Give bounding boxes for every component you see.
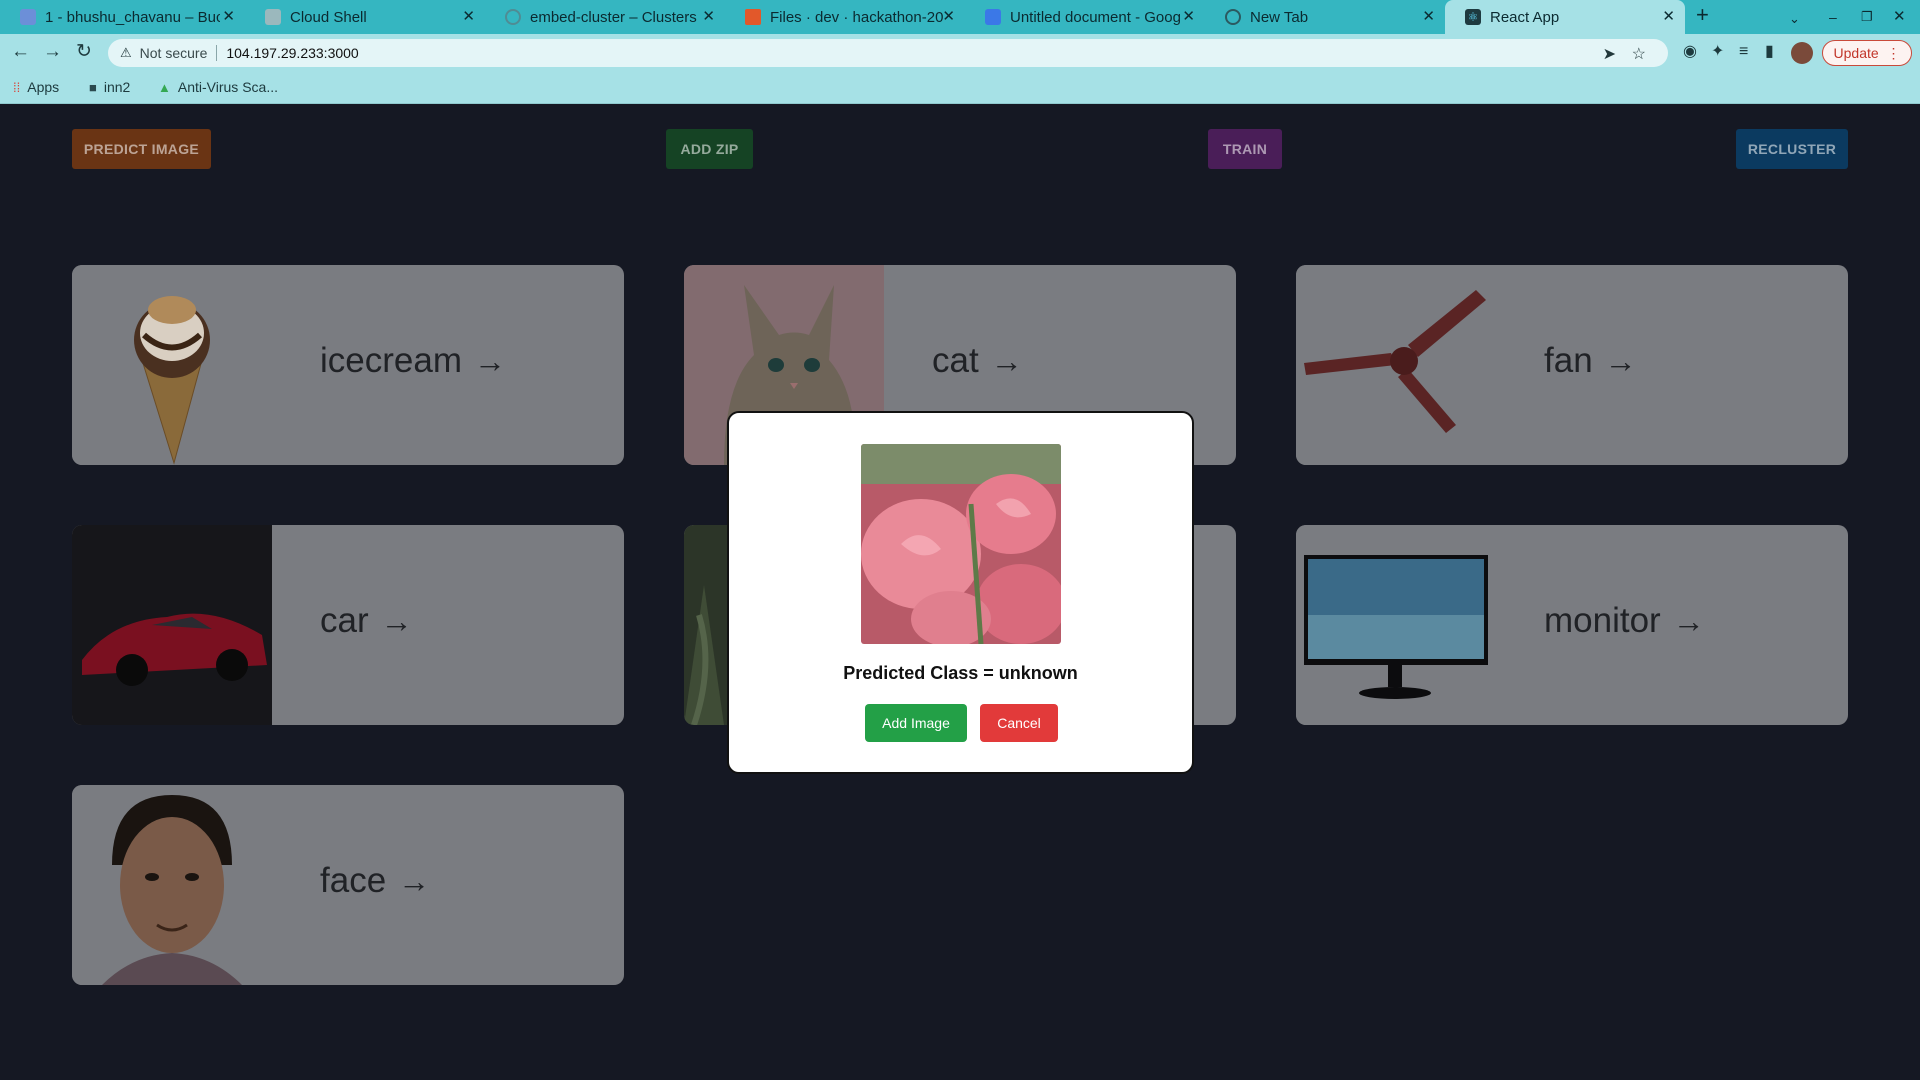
folder-icon: ■	[89, 79, 97, 95]
cluster-label: icecream →	[320, 341, 506, 381]
predict-image-button[interactable]: PREDICT IMAGE	[72, 129, 211, 169]
tab-react-app[interactable]: ⚛ React App ✕	[1445, 0, 1685, 34]
tab-label: Cloud Shell	[290, 8, 367, 26]
globe-icon	[1225, 9, 1241, 25]
car-image	[72, 525, 272, 725]
tab-new-tab[interactable]: New Tab ✕	[1205, 0, 1445, 34]
arrow-right-icon: →	[398, 862, 431, 899]
restore-icon[interactable]: ❐	[1861, 7, 1873, 27]
arrow-right-icon: →	[1672, 602, 1705, 639]
fan-image	[1296, 265, 1496, 465]
drive-icon: ▲	[158, 79, 171, 95]
bookmarks-bar: ⁞⁞ Apps ■ inn2 ▲ Anti-Virus Sca...	[0, 71, 1920, 104]
extension-icon[interactable]: ◉	[1683, 43, 1697, 61]
cluster-name: monitor	[1544, 601, 1661, 640]
side-panel-icon[interactable]: ▮	[1765, 43, 1774, 61]
update-label: Update	[1833, 45, 1879, 61]
url-text[interactable]: 104.197.29.233:3000	[226, 45, 358, 61]
new-tab-icon[interactable]: +	[1696, 4, 1709, 26]
bookmark-label: inn2	[103, 79, 131, 95]
puzzle-icon[interactable]: ✦	[1711, 43, 1724, 61]
close-icon[interactable]: ✕	[1662, 9, 1675, 25]
cluster-label: monitor →	[1544, 601, 1705, 641]
train-button[interactable]: TRAIN	[1208, 129, 1282, 169]
tab-untitled-document[interactable]: Untitled document - Goog ✕	[965, 0, 1205, 34]
gitlab-icon	[745, 9, 761, 25]
cluster-card-icecream[interactable]: icecream →	[72, 265, 624, 465]
close-icon[interactable]: ✕	[942, 9, 955, 25]
cluster-label: fan →	[1544, 341, 1637, 381]
tab-search-icon[interactable]: ⌄	[1789, 9, 1800, 29]
cancel-button[interactable]: Cancel	[980, 704, 1058, 742]
doc-icon	[20, 9, 36, 25]
react-icon: ⚛	[1465, 9, 1481, 25]
cluster-label: cat →	[932, 341, 1023, 381]
address-bar[interactable]: ⚠ Not secure 104.197.29.233:3000 ☆ ➤	[108, 39, 1668, 67]
tab-label: New Tab	[1250, 8, 1309, 26]
bookmark-label: Apps	[27, 79, 60, 95]
tab-embed-cluster[interactable]: embed-cluster – Clusters ✕	[485, 0, 725, 34]
forward-icon[interactable]: →	[43, 42, 62, 62]
tab-bhushu[interactable]: 1 - bhushu_chavanu – Buc ✕	[0, 0, 245, 34]
avatar[interactable]	[1791, 42, 1813, 64]
update-button[interactable]: Update ⋮	[1822, 40, 1912, 66]
add-zip-button[interactable]: ADD ZIP	[666, 129, 753, 169]
tab-label: React App	[1490, 8, 1560, 26]
bookmark-apps[interactable]: ⁞⁞ Apps	[13, 79, 59, 95]
cluster-label: car →	[320, 601, 413, 641]
predicted-class-text: Predicted Class = unknown	[843, 663, 1078, 683]
close-icon[interactable]: ✕	[1422, 9, 1435, 25]
cluster-icon	[505, 9, 521, 25]
reload-icon[interactable]: ↻	[76, 42, 92, 62]
recluster-button[interactable]: RECLUSTER	[1736, 129, 1848, 169]
close-icon[interactable]: ✕	[222, 9, 235, 25]
face-image	[72, 785, 272, 985]
not-secure-label: Not secure	[139, 45, 208, 61]
bookmark-antivirus[interactable]: ▲ Anti-Virus Sca...	[158, 79, 278, 95]
cluster-name: face	[320, 861, 387, 900]
arrow-right-icon: →	[380, 602, 413, 639]
icecream-image	[72, 265, 272, 465]
cluster-card-car[interactable]: car →	[72, 525, 624, 725]
cluster-name: icecream	[320, 341, 462, 380]
close-icon[interactable]: ✕	[1182, 9, 1195, 25]
monitor-image	[1296, 525, 1496, 725]
arrow-right-icon: →	[473, 342, 506, 379]
apps-grid-icon: ⁞⁞	[13, 79, 21, 95]
browser-toolbar: ← → ↻ ⚠ Not secure 104.197.29.233:3000 ☆…	[0, 34, 1920, 71]
tab-label: 1 - bhushu_chavanu – Buc	[45, 8, 220, 26]
predict-dialog: Predicted Class = unknown Add Image Canc…	[727, 411, 1194, 774]
bookmark-star-icon[interactable]: ☆	[1632, 44, 1646, 64]
send-icon[interactable]: ➤	[1603, 44, 1616, 64]
tab-cloud-shell[interactable]: Cloud Shell ✕	[245, 0, 485, 34]
warning-icon: ⚠	[120, 45, 132, 60]
cluster-name: fan	[1544, 341, 1593, 380]
cloud-shell-icon	[265, 9, 281, 25]
add-image-button[interactable]: Add Image	[865, 704, 967, 742]
back-icon[interactable]: ←	[11, 42, 30, 62]
tab-label: embed-cluster – Clusters	[530, 8, 697, 26]
docs-icon	[985, 9, 1001, 25]
tab-strip: 1 - bhushu_chavanu – Buc ✕ Cloud Shell ✕…	[0, 0, 1920, 34]
close-icon[interactable]: ✕	[702, 9, 715, 25]
bookmark-inn2[interactable]: ■ inn2	[89, 79, 130, 95]
close-window-icon[interactable]: ✕	[1893, 7, 1906, 27]
tab-gitlab-files[interactable]: Files · dev · hackathon-20 ✕	[725, 0, 965, 34]
arrow-right-icon: →	[1604, 342, 1637, 379]
cluster-card-fan[interactable]: fan →	[1296, 265, 1848, 465]
bookmark-label: Anti-Virus Sca...	[177, 79, 278, 95]
close-icon[interactable]: ✕	[462, 9, 475, 25]
cluster-card-face[interactable]: face →	[72, 785, 624, 985]
minimize-icon[interactable]: –	[1829, 7, 1837, 27]
media-icon[interactable]: ≡	[1739, 43, 1748, 61]
cluster-name: cat	[932, 341, 979, 380]
cluster-card-monitor[interactable]: monitor →	[1296, 525, 1848, 725]
tab-label: Untitled document - Goog	[1010, 8, 1181, 26]
tab-label: Files · dev · hackathon-20	[770, 8, 944, 26]
divider	[216, 45, 218, 61]
predicted-image	[861, 444, 1061, 644]
cluster-name: car	[320, 601, 369, 640]
cluster-label: face →	[320, 861, 430, 901]
arrow-right-icon: →	[990, 342, 1023, 379]
